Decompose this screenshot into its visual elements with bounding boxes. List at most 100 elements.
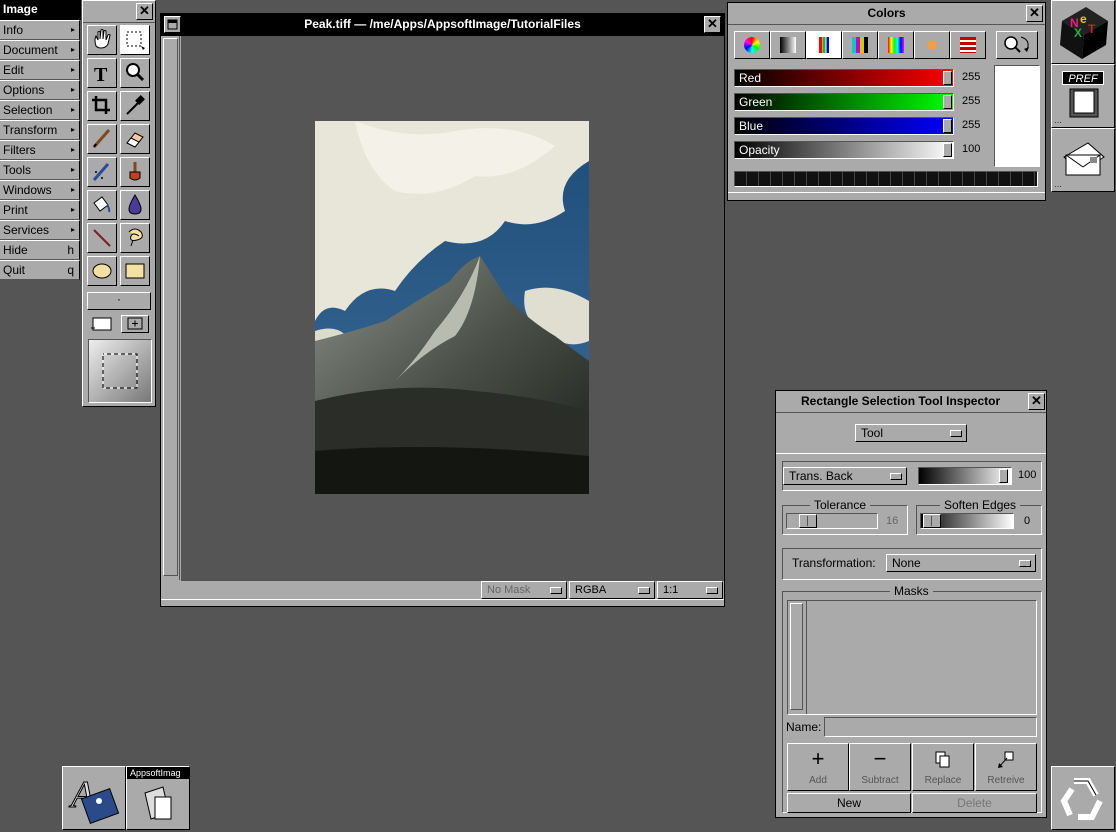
- color-mode-popup[interactable]: RGBA: [569, 581, 655, 599]
- brush-tool[interactable]: [120, 157, 150, 187]
- masks-scroller[interactable]: [788, 601, 807, 714]
- mask-popup[interactable]: No Mask: [481, 581, 567, 599]
- rectangle-tool[interactable]: [120, 256, 150, 286]
- menu-item-selection[interactable]: Selection ▸: [0, 100, 80, 120]
- menu-item-transform[interactable]: Transform ▸: [0, 120, 80, 140]
- preferences-dock-icon[interactable]: PREF ···: [1051, 64, 1115, 128]
- submenu-arrow-icon: ▸: [70, 225, 75, 234]
- grayscale-button[interactable]: [770, 31, 806, 59]
- replace-mask-button[interactable]: Replace: [912, 743, 974, 791]
- crop-tool[interactable]: [87, 91, 117, 121]
- drop-tool[interactable]: [120, 190, 150, 220]
- selection-mode-new-icon[interactable]: [89, 315, 117, 333]
- inspector-titlebar[interactable]: Rectangle Selection Tool Inspector: [776, 391, 1046, 413]
- blue-slider[interactable]: Blue: [734, 117, 954, 135]
- inspector-close-button[interactable]: ✕: [1028, 393, 1045, 410]
- tolerance-slider[interactable]: [786, 513, 878, 529]
- toolbox-panel: ✕ T ·: [82, 0, 156, 407]
- masks-list[interactable]: [787, 600, 1037, 715]
- swatch-list-button[interactable]: [950, 31, 986, 59]
- menu-item-windows[interactable]: Windows ▸: [0, 180, 80, 200]
- retreive-mask-button[interactable]: Retreive: [975, 743, 1037, 791]
- line-tool[interactable]: [87, 223, 117, 253]
- slider-label: Opacity: [739, 143, 780, 157]
- magnifier-swatch-button[interactable]: [996, 31, 1038, 59]
- recycler-dock-icon[interactable]: [1051, 766, 1115, 830]
- menu-item-print[interactable]: Print ▸: [0, 200, 80, 220]
- ellipse-tool[interactable]: [87, 256, 117, 286]
- rect-select-tool[interactable]: [120, 25, 150, 55]
- swatch-strip[interactable]: [734, 171, 1038, 187]
- lasso-tool[interactable]: [120, 223, 150, 253]
- slider-knob[interactable]: [943, 95, 952, 109]
- hsb-sliders-button[interactable]: [878, 31, 914, 59]
- name-field[interactable]: [824, 717, 1037, 737]
- menu-item-quit[interactable]: Quit q: [0, 260, 80, 280]
- airbrush-tool[interactable]: [87, 157, 117, 187]
- canvas-area[interactable]: [181, 36, 724, 580]
- toolbox-dot-button[interactable]: ·: [87, 292, 151, 310]
- trans-slider[interactable]: [918, 467, 1012, 485]
- palette-icon: [924, 37, 940, 53]
- delete-mask-button[interactable]: Delete: [912, 793, 1037, 813]
- document-close-button[interactable]: ✕: [704, 16, 721, 33]
- hand-icon: [94, 29, 111, 49]
- pref-switch-icon: [1069, 88, 1099, 118]
- inspector-mode-popup[interactable]: Tool: [855, 424, 967, 442]
- document-miniaturize-button[interactable]: [164, 16, 181, 33]
- menu-item-info[interactable]: Info ▸: [0, 20, 80, 40]
- menu-item-tools[interactable]: Tools ▸: [0, 160, 80, 180]
- vertical-scrollbar[interactable]: [162, 36, 180, 580]
- soften-slider[interactable]: [920, 513, 1014, 529]
- color-well[interactable]: [994, 65, 1040, 167]
- resize-bar[interactable]: [161, 599, 724, 606]
- menu-item-hide[interactable]: Hide h: [0, 240, 80, 260]
- eyedropper-tool[interactable]: [120, 91, 150, 121]
- trans-back-popup[interactable]: Trans. Back: [783, 467, 907, 485]
- green-slider[interactable]: Green: [734, 93, 954, 111]
- menu-item-options[interactable]: Options ▸: [0, 80, 80, 100]
- magnifier-tool[interactable]: [120, 58, 150, 88]
- menu-item-label: Tools: [3, 163, 32, 177]
- swatch-list-icon: [960, 37, 976, 53]
- rect-select-icon: [126, 31, 145, 50]
- plus-icon: +: [811, 746, 825, 771]
- menu-item-document[interactable]: Document ▸: [0, 40, 80, 60]
- selection-mode-add-icon[interactable]: [121, 315, 149, 333]
- slider-knob[interactable]: [943, 71, 952, 85]
- colors-close-button[interactable]: ✕: [1026, 5, 1043, 22]
- pencil-tool[interactable]: [87, 124, 117, 154]
- cmyk-sliders-button[interactable]: [842, 31, 878, 59]
- opacity-slider[interactable]: Opacity: [734, 141, 954, 159]
- menu-item-edit[interactable]: Edit ▸: [0, 60, 80, 80]
- subtract-mask-button[interactable]: − Subtract: [849, 743, 911, 791]
- appsoft-miniwindow[interactable]: AppsoftImag: [126, 766, 190, 830]
- appsoft-app-icon[interactable]: A: [62, 766, 126, 830]
- slider-knob[interactable]: [943, 119, 952, 133]
- next-logo-t: T: [1088, 22, 1096, 36]
- red-slider[interactable]: Red: [734, 69, 954, 87]
- next-dock-icon[interactable]: N e X T: [1051, 0, 1115, 64]
- hand-tool[interactable]: [87, 25, 117, 55]
- soften-label: Soften Edges: [940, 498, 1021, 512]
- rgb-sliders-button[interactable]: [806, 31, 842, 59]
- eraser-tool[interactable]: [120, 124, 150, 154]
- menu-item-filters[interactable]: Filters ▸: [0, 140, 80, 160]
- name-label: Name:: [786, 720, 822, 734]
- text-tool[interactable]: T: [87, 58, 117, 88]
- zoom-popup[interactable]: 1:1: [657, 581, 723, 599]
- toolbox-close-button[interactable]: ✕: [136, 3, 153, 20]
- bucket-tool[interactable]: [87, 190, 117, 220]
- peak-photo[interactable]: [315, 121, 589, 494]
- menu-item-services[interactable]: Services ▸: [0, 220, 80, 240]
- transformation-popup[interactable]: None: [886, 554, 1036, 572]
- new-mask-button[interactable]: New: [787, 793, 911, 813]
- colors-resize-bar[interactable]: [728, 192, 1045, 200]
- colors-titlebar[interactable]: Colors: [728, 3, 1045, 25]
- document-titlebar[interactable]: Peak.tiff — /me/Apps/AppsoftImage/Tutori…: [161, 14, 724, 36]
- color-wheel-button[interactable]: [734, 31, 770, 59]
- mail-dock-icon[interactable]: ···: [1051, 128, 1115, 192]
- palette-button[interactable]: [914, 31, 950, 59]
- slider-knob[interactable]: [943, 143, 952, 157]
- add-mask-button[interactable]: + Add: [787, 743, 849, 791]
